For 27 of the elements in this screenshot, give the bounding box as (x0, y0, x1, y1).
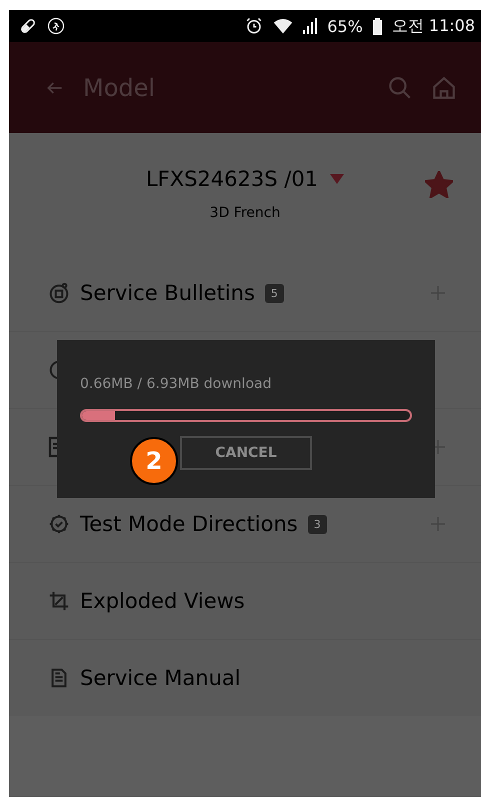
model-number: LFXS24623S /01 (146, 167, 318, 191)
section-row[interactable]: Service Bulletins 5 (9, 255, 481, 331)
favorite-star-icon[interactable] (425, 171, 453, 198)
count-badge: 3 (308, 514, 327, 534)
section-label: Service Manual (80, 666, 241, 690)
home-icon[interactable] (431, 74, 457, 100)
search-icon[interactable] (387, 74, 413, 100)
bulletin-icon (48, 282, 70, 304)
battery-percent: 65% (327, 16, 363, 36)
dropdown-caret-icon[interactable] (330, 174, 344, 184)
section-label: Service Bulletins (80, 281, 255, 305)
model-description: 3D French (210, 205, 280, 221)
crop-icon (48, 590, 70, 612)
gear-check-icon (48, 513, 70, 535)
section-row[interactable]: Exploded Views (9, 562, 481, 639)
alarm-icon (245, 17, 264, 35)
wifi-icon (273, 17, 294, 35)
section-label: Test Mode Directions (80, 512, 298, 536)
running-person-icon (47, 17, 65, 35)
signal-icon (303, 17, 318, 35)
count-badge: 5 (264, 284, 284, 302)
section-label: Exploded Views (80, 589, 245, 613)
pill-icon (19, 17, 37, 35)
battery-icon (372, 18, 382, 34)
clock-time: 오전 11:08 (392, 16, 475, 36)
cancel-button[interactable]: CANCEL (180, 436, 312, 470)
download-progress-text: 0.66MB / 6.93MB download (80, 376, 272, 392)
